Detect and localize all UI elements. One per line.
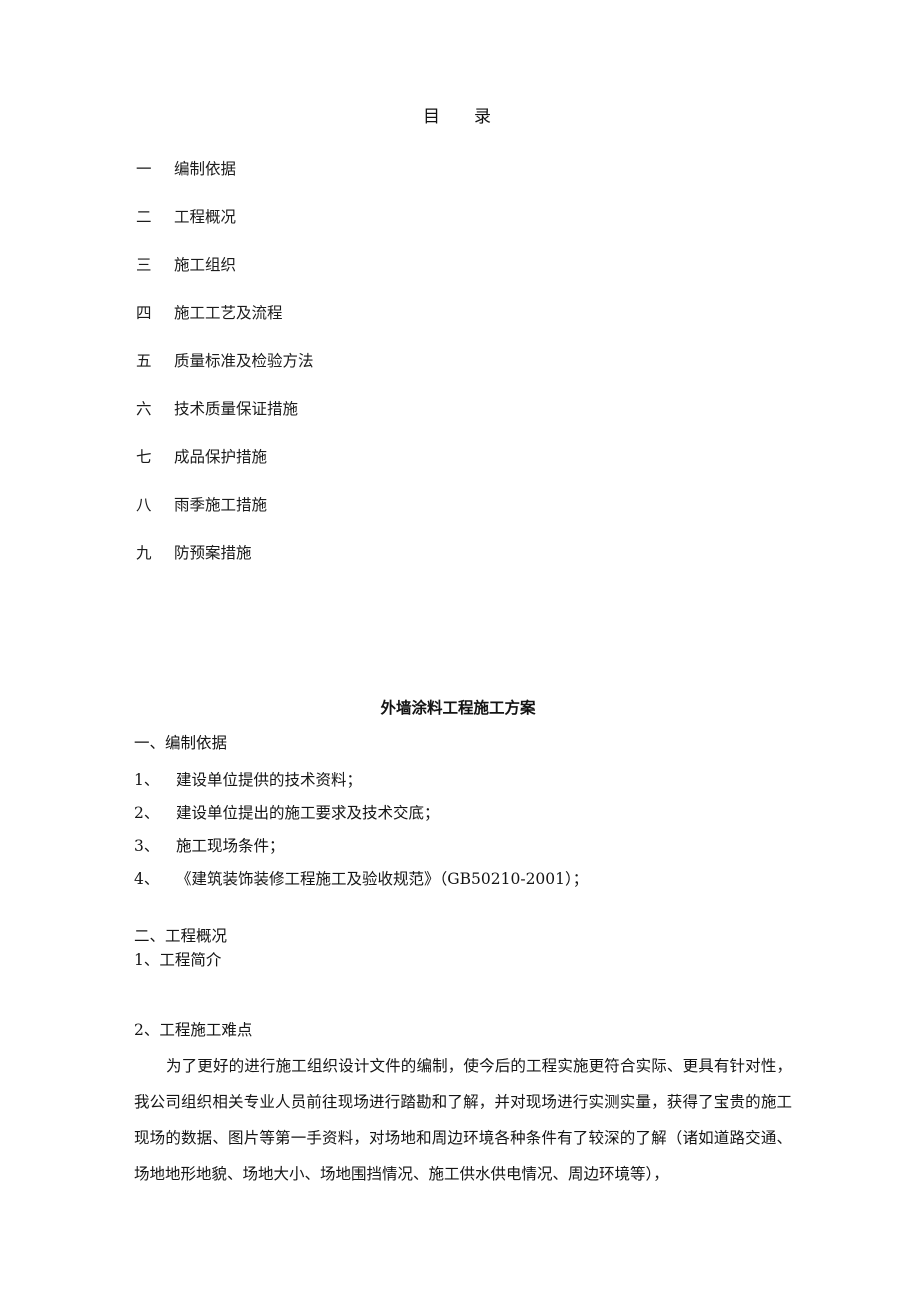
toc-entry-number: 二: [136, 208, 152, 226]
toc-heading: 目录: [0, 104, 920, 130]
toc-entry-label: 技术质量保证措施: [174, 400, 299, 418]
toc-heading-char-1: 目: [423, 107, 440, 127]
toc-entry-label: 编制依据: [174, 160, 237, 178]
toc-entry-5[interactable]: 五 质量标准及检验方法: [0, 350, 920, 398]
basis-item-4: 4、 《建筑装饰装修工程施工及验收规范》（GB50210-2001）；: [134, 869, 792, 902]
toc-entry-label: 工程概况: [174, 208, 237, 226]
toc-entry-2[interactable]: 二 工程概况: [0, 206, 920, 254]
basis-item-text: 施工现场条件；: [176, 836, 285, 855]
toc-entry-label: 防预案措施: [174, 544, 252, 562]
subsection-project-intro: 1、工程简介: [134, 950, 222, 969]
table-of-contents: 目录 一 编制依据 二 工程概况 三 施工组织 四 施工工艺及流程 五 质量标准…: [0, 104, 920, 590]
basis-item-text: 《建筑装饰装修工程施工及验收规范》（GB50210-2001）；: [176, 869, 589, 888]
toc-entry-number: 一: [136, 160, 152, 178]
toc-entry-label: 雨季施工措施: [174, 496, 268, 514]
body-column: 一、编制依据 1、 建设单位提供的技术资料； 2、 建设单位提出的施工要求及技术…: [134, 731, 792, 1192]
toc-entry-number: 六: [136, 400, 152, 418]
document-title: 外墙涂料工程施工方案: [380, 698, 536, 718]
toc-entry-8[interactable]: 八 雨季施工措施: [0, 494, 920, 542]
toc-entry-3[interactable]: 三 施工组织: [0, 254, 920, 302]
basis-item-2: 2、 建设单位提出的施工要求及技术交底；: [134, 803, 792, 836]
document-body: 外墙涂料工程施工方案 一、编制依据 1、 建设单位提供的技术资料； 2、 建设单…: [0, 686, 920, 1207]
toc-entry-number: 八: [136, 496, 152, 514]
basis-item-1: 1、 建设单位提供的技术资料；: [134, 770, 792, 803]
toc-entry-number: 五: [136, 352, 152, 370]
basis-item-number: 2、: [134, 803, 160, 822]
subsection-construction-difficulty: 2、工程施工难点: [134, 1020, 253, 1039]
toc-entry-number: 四: [136, 304, 152, 322]
toc-entry-9[interactable]: 九 防预案措施: [0, 542, 920, 590]
basis-item-number: 3、: [134, 836, 160, 855]
basis-item-number: 4、: [134, 869, 160, 888]
toc-entry-label: 成品保护措施: [174, 448, 268, 466]
basis-item-3: 3、 施工现场条件；: [134, 836, 792, 869]
toc-entry-label: 质量标准及检验方法: [174, 352, 314, 370]
toc-heading-char-2: 录: [474, 107, 491, 127]
difficulty-paragraph: 为了更好的进行施工组织设计文件的编制，使今后的工程实施更符合实际、更具有针对性，…: [134, 1056, 792, 1183]
section-heading-one: 一、编制依据: [134, 733, 228, 752]
toc-entry-1[interactable]: 一 编制依据: [0, 158, 920, 206]
toc-entry-6[interactable]: 六 技术质量保证措施: [0, 398, 920, 446]
document-page: 目录 一 编制依据 二 工程概况 三 施工组织 四 施工工艺及流程 五 质量标准…: [0, 0, 920, 1302]
toc-entry-label: 施工组织: [174, 256, 237, 274]
toc-entry-label: 施工工艺及流程: [174, 304, 283, 322]
basis-item-number: 1、: [134, 770, 160, 789]
toc-entry-number: 三: [136, 256, 152, 274]
toc-entry-7[interactable]: 七 成品保护措施: [0, 446, 920, 494]
section-heading-two: 二、工程概况: [134, 926, 228, 945]
basis-item-text: 建设单位提出的施工要求及技术交底；: [176, 803, 440, 822]
toc-entry-4[interactable]: 四 施工工艺及流程: [0, 302, 920, 350]
toc-entry-number: 七: [136, 448, 152, 466]
toc-list: 一 编制依据 二 工程概况 三 施工组织 四 施工工艺及流程 五 质量标准及检验…: [0, 158, 920, 590]
toc-entry-number: 九: [136, 544, 152, 562]
basis-item-text: 建设单位提供的技术资料；: [176, 770, 363, 789]
